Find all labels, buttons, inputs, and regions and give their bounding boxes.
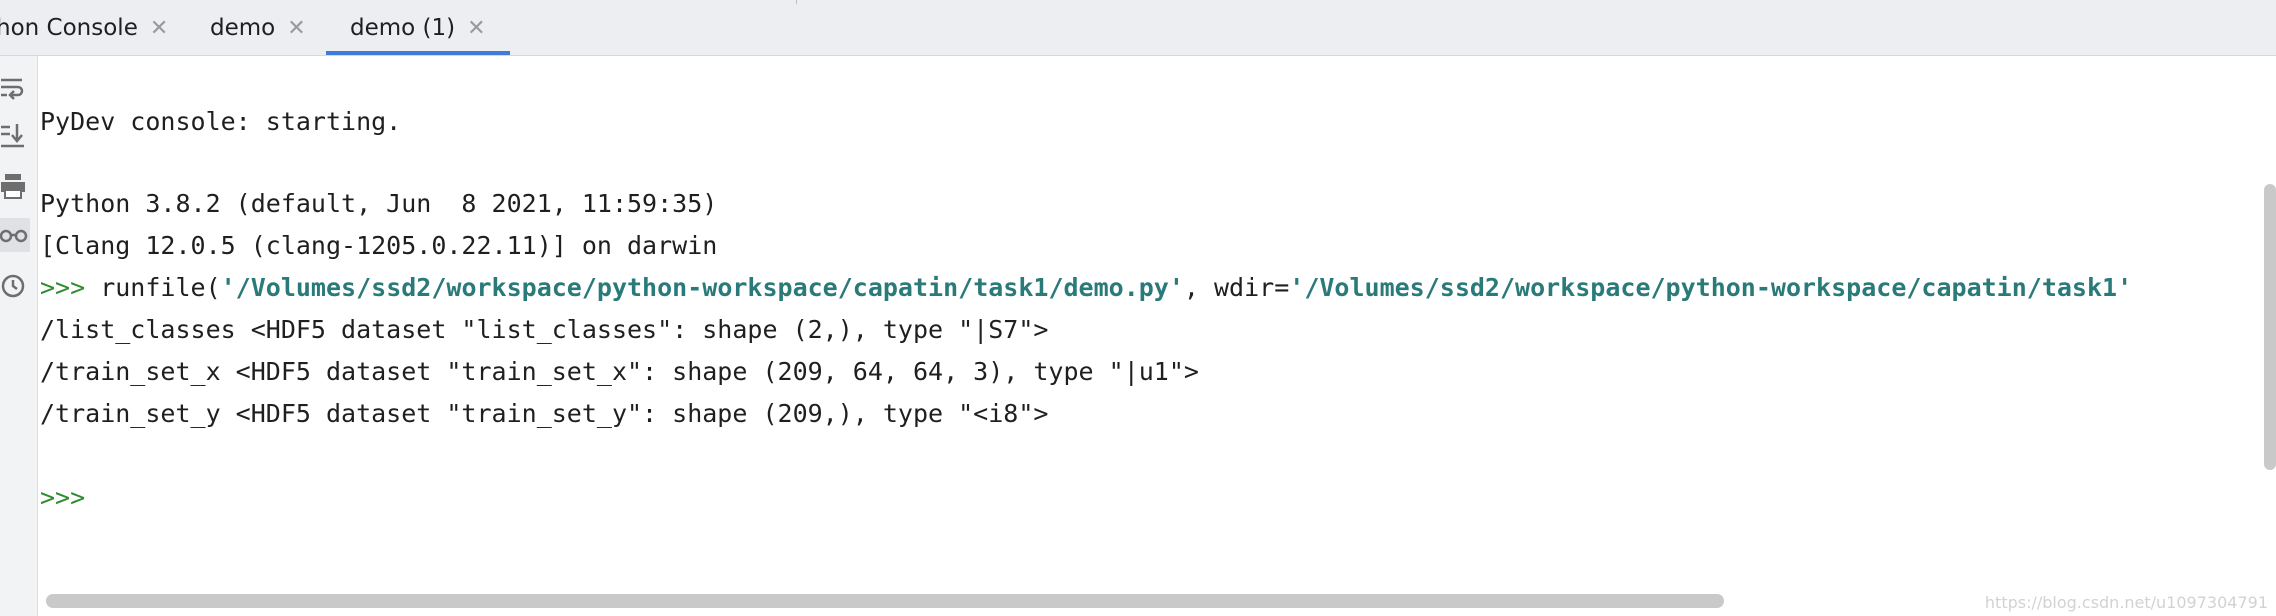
tab-label: hon Console	[0, 15, 138, 41]
close-icon[interactable]: ✕	[150, 16, 168, 41]
show-variables-icon[interactable]	[0, 218, 30, 252]
watermark: https://blog.csdn.net/u1097304791	[1984, 593, 2268, 612]
console-input-prompt[interactable]: >>>	[40, 480, 85, 516]
console-line-output-2: /train_set_x <HDF5 dataset "train_set_x"…	[40, 357, 1199, 386]
print-icon[interactable]	[0, 169, 30, 203]
tab-label: demo (1)	[350, 15, 456, 41]
runfile-wdir: '/Volumes/ssd2/workspace/python-workspac…	[1289, 273, 2133, 302]
console-line-starting: PyDev console: starting.	[40, 107, 402, 136]
console-line-runfile: >>> runfile('/Volumes/ssd2/workspace/pyt…	[40, 270, 2132, 306]
console-line-output-3: /train_set_y <HDF5 dataset "train_set_y"…	[40, 399, 1049, 428]
close-icon[interactable]: ✕	[467, 16, 485, 41]
console-line-python-version: Python 3.8.2 (default, Jun 8 2021, 11:59…	[40, 189, 718, 218]
horizontal-scrollbar[interactable]	[46, 594, 1724, 608]
console-toolbar	[0, 56, 38, 616]
console-prompt: >>>	[40, 273, 86, 302]
console-line-clang: [Clang 12.0.5 (clang-1205.0.22.11)] on d…	[40, 231, 718, 260]
tab-demo-1[interactable]: demo (1) ✕	[326, 0, 510, 55]
history-icon[interactable]	[0, 269, 30, 303]
tab-demo[interactable]: demo ✕	[210, 0, 306, 55]
soft-wrap-icon[interactable]	[0, 70, 30, 104]
runfile-path: '/Volumes/ssd2/workspace/python-workspac…	[220, 273, 1184, 302]
tab-python-console[interactable]: hon Console ✕	[0, 0, 168, 55]
vertical-scrollbar[interactable]	[2264, 184, 2276, 470]
close-icon[interactable]: ✕	[287, 16, 305, 41]
runfile-call: runfile(	[85, 273, 221, 302]
console-line-output-1: /list_classes <HDF5 dataset "list_classe…	[40, 315, 1049, 344]
console-output[interactable]: PyDev console: starting. Python 3.8.2 (d…	[40, 56, 2260, 586]
tab-bar: hon Console ✕ demo ✕ demo (1) ✕	[0, 0, 2276, 56]
divider	[796, 0, 797, 4]
runfile-wdir-label: , wdir=	[1183, 273, 1290, 302]
scroll-to-end-icon[interactable]	[0, 118, 30, 152]
tab-label: demo	[210, 15, 276, 41]
